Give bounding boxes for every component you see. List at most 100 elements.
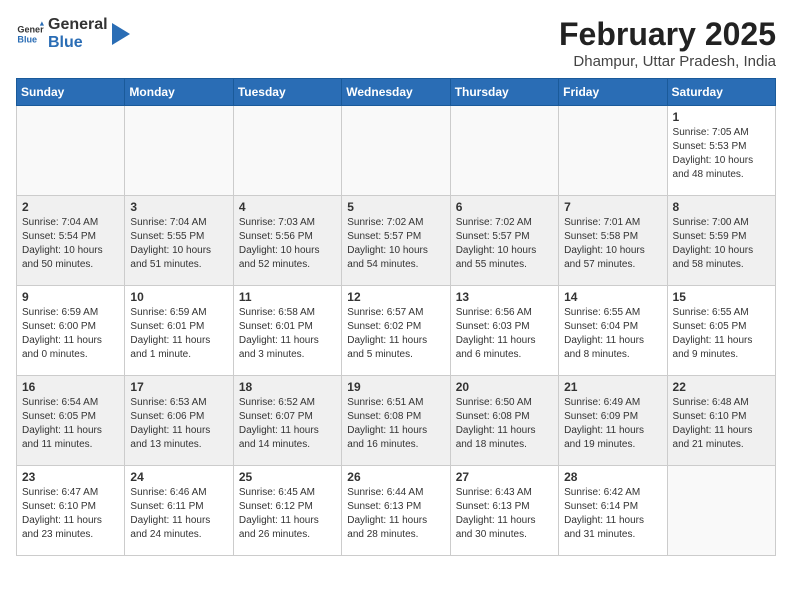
calendar-week-row: 16 Sunrise: 6:54 AM Sunset: 6:05 PM Dayli… — [17, 376, 776, 466]
page-header: General Blue General Blue February 2025 … — [16, 16, 776, 70]
day-number: 10 — [130, 290, 227, 304]
day-info: Sunrise: 6:42 AM Sunset: 6:14 PM Dayligh… — [564, 486, 661, 542]
day-number: 2 — [22, 200, 119, 214]
day-number: 3 — [130, 200, 227, 214]
day-info: Sunrise: 7:03 AM Sunset: 5:56 PM Dayligh… — [239, 216, 336, 272]
day-number: 9 — [22, 290, 119, 304]
day-number: 26 — [347, 470, 444, 484]
calendar-cell: 18 Sunrise: 6:52 AM Sunset: 6:07 PM Dayli… — [233, 376, 341, 466]
day-info: Sunrise: 7:01 AM Sunset: 5:58 PM Dayligh… — [564, 216, 661, 272]
weekday-header-sunday: Sunday — [17, 79, 125, 106]
day-number: 15 — [673, 290, 770, 304]
day-info: Sunrise: 6:52 AM Sunset: 6:07 PM Dayligh… — [239, 396, 336, 452]
calendar-week-row: 1 Sunrise: 7:05 AM Sunset: 5:53 PM Daylig… — [17, 106, 776, 196]
calendar-cell: 3 Sunrise: 7:04 AM Sunset: 5:55 PM Daylig… — [125, 196, 233, 286]
calendar-cell: 28 Sunrise: 6:42 AM Sunset: 6:14 PM Dayli… — [559, 466, 667, 556]
day-number: 23 — [22, 470, 119, 484]
weekday-header-tuesday: Tuesday — [233, 79, 341, 106]
logo: General Blue General Blue — [16, 16, 130, 51]
day-number: 16 — [22, 380, 119, 394]
calendar-cell: 9 Sunrise: 6:59 AM Sunset: 6:00 PM Daylig… — [17, 286, 125, 376]
day-number: 12 — [347, 290, 444, 304]
calendar-cell: 17Sunrise: 6:53 AM Sunset: 6:06 PM Dayli… — [125, 376, 233, 466]
day-info: Sunrise: 7:04 AM Sunset: 5:54 PM Dayligh… — [22, 216, 119, 272]
day-info: Sunrise: 6:59 AM Sunset: 6:00 PM Dayligh… — [22, 306, 119, 362]
calendar-cell: 15 Sunrise: 6:55 AM Sunset: 6:05 PM Dayli… — [667, 286, 775, 376]
day-info: Sunrise: 6:57 AM Sunset: 6:02 PM Dayligh… — [347, 306, 444, 362]
calendar-cell: 26 Sunrise: 6:44 AM Sunset: 6:13 PM Dayli… — [342, 466, 450, 556]
calendar-cell — [17, 106, 125, 196]
calendar-cell: 10Sunrise: 6:59 AM Sunset: 6:01 PM Dayli… — [125, 286, 233, 376]
logo-general: General — [48, 16, 108, 34]
day-info: Sunrise: 6:54 AM Sunset: 6:05 PM Dayligh… — [22, 396, 119, 452]
day-info: Sunrise: 6:56 AM Sunset: 6:03 PM Dayligh… — [456, 306, 553, 362]
calendar-cell: 23 Sunrise: 6:47 AM Sunset: 6:10 PM Dayli… — [17, 466, 125, 556]
calendar-table: SundayMondayTuesdayWednesdayThursdayFrid… — [16, 78, 776, 556]
day-number: 4 — [239, 200, 336, 214]
day-number: 11 — [239, 290, 336, 304]
day-info: Sunrise: 6:44 AM Sunset: 6:13 PM Dayligh… — [347, 486, 444, 542]
day-number: 5 — [347, 200, 444, 214]
calendar-cell: 24 Sunrise: 6:46 AM Sunset: 6:11 PM Dayli… — [125, 466, 233, 556]
day-info: Sunrise: 6:43 AM Sunset: 6:13 PM Dayligh… — [456, 486, 553, 542]
calendar-cell: 7Sunrise: 7:01 AM Sunset: 5:58 PM Daylig… — [559, 196, 667, 286]
day-info: Sunrise: 6:53 AM Sunset: 6:06 PM Dayligh… — [130, 396, 227, 452]
weekday-header-row: SundayMondayTuesdayWednesdayThursdayFrid… — [17, 79, 776, 106]
logo-blue: Blue — [48, 34, 108, 52]
calendar-cell: 27 Sunrise: 6:43 AM Sunset: 6:13 PM Dayli… — [450, 466, 558, 556]
calendar-cell — [559, 106, 667, 196]
logo-icon: General Blue — [16, 20, 44, 48]
day-info: Sunrise: 7:04 AM Sunset: 5:55 PM Dayligh… — [130, 216, 227, 272]
day-info: Sunrise: 6:55 AM Sunset: 6:05 PM Dayligh… — [673, 306, 770, 362]
calendar-cell: 12 Sunrise: 6:57 AM Sunset: 6:02 PM Dayli… — [342, 286, 450, 376]
calendar-week-row: 9 Sunrise: 6:59 AM Sunset: 6:00 PM Daylig… — [17, 286, 776, 376]
month-year-title: February 2025 — [559, 16, 776, 53]
calendar-cell: 8Sunrise: 7:00 AM Sunset: 5:59 PM Daylig… — [667, 196, 775, 286]
weekday-header-thursday: Thursday — [450, 79, 558, 106]
day-number: 25 — [239, 470, 336, 484]
day-info: Sunrise: 7:05 AM Sunset: 5:53 PM Dayligh… — [673, 126, 770, 182]
day-number: 18 — [239, 380, 336, 394]
day-number: 19 — [347, 380, 444, 394]
svg-text:Blue: Blue — [17, 34, 37, 44]
calendar-cell: 25 Sunrise: 6:45 AM Sunset: 6:12 PM Dayli… — [233, 466, 341, 556]
calendar-cell: 6Sunrise: 7:02 AM Sunset: 5:57 PM Daylig… — [450, 196, 558, 286]
weekday-header-monday: Monday — [125, 79, 233, 106]
day-number: 20 — [456, 380, 553, 394]
logo-arrow-icon — [112, 23, 130, 45]
calendar-cell: 4 Sunrise: 7:03 AM Sunset: 5:56 PM Daylig… — [233, 196, 341, 286]
calendar-cell — [125, 106, 233, 196]
calendar-cell — [450, 106, 558, 196]
calendar-cell: 21 Sunrise: 6:49 AM Sunset: 6:09 PM Dayli… — [559, 376, 667, 466]
day-info: Sunrise: 7:02 AM Sunset: 5:57 PM Dayligh… — [347, 216, 444, 272]
calendar-week-row: 2 Sunrise: 7:04 AM Sunset: 5:54 PM Daylig… — [17, 196, 776, 286]
day-info: Sunrise: 6:50 AM Sunset: 6:08 PM Dayligh… — [456, 396, 553, 452]
day-number: 13 — [456, 290, 553, 304]
calendar-cell: 11 Sunrise: 6:58 AM Sunset: 6:01 PM Dayli… — [233, 286, 341, 376]
calendar-cell — [233, 106, 341, 196]
day-number: 21 — [564, 380, 661, 394]
day-number: 22 — [673, 380, 770, 394]
day-info: Sunrise: 6:48 AM Sunset: 6:10 PM Dayligh… — [673, 396, 770, 452]
weekday-header-wednesday: Wednesday — [342, 79, 450, 106]
day-info: Sunrise: 6:58 AM Sunset: 6:01 PM Dayligh… — [239, 306, 336, 362]
day-number: 27 — [456, 470, 553, 484]
calendar-cell: 13 Sunrise: 6:56 AM Sunset: 6:03 PM Dayli… — [450, 286, 558, 376]
calendar-cell: 16 Sunrise: 6:54 AM Sunset: 6:05 PM Dayli… — [17, 376, 125, 466]
calendar-cell: 1 Sunrise: 7:05 AM Sunset: 5:53 PM Daylig… — [667, 106, 775, 196]
day-info: Sunrise: 7:00 AM Sunset: 5:59 PM Dayligh… — [673, 216, 770, 272]
calendar-cell: 22 Sunrise: 6:48 AM Sunset: 6:10 PM Dayli… — [667, 376, 775, 466]
day-info: Sunrise: 6:47 AM Sunset: 6:10 PM Dayligh… — [22, 486, 119, 542]
calendar-cell: 5 Sunrise: 7:02 AM Sunset: 5:57 PM Daylig… — [342, 196, 450, 286]
day-info: Sunrise: 6:46 AM Sunset: 6:11 PM Dayligh… — [130, 486, 227, 542]
day-number: 28 — [564, 470, 661, 484]
day-number: 1 — [673, 110, 770, 124]
calendar-cell — [342, 106, 450, 196]
day-number: 24 — [130, 470, 227, 484]
calendar-cell: 14Sunrise: 6:55 AM Sunset: 6:04 PM Dayli… — [559, 286, 667, 376]
day-number: 14 — [564, 290, 661, 304]
day-info: Sunrise: 6:45 AM Sunset: 6:12 PM Dayligh… — [239, 486, 336, 542]
weekday-header-saturday: Saturday — [667, 79, 775, 106]
day-info: Sunrise: 6:49 AM Sunset: 6:09 PM Dayligh… — [564, 396, 661, 452]
day-number: 6 — [456, 200, 553, 214]
